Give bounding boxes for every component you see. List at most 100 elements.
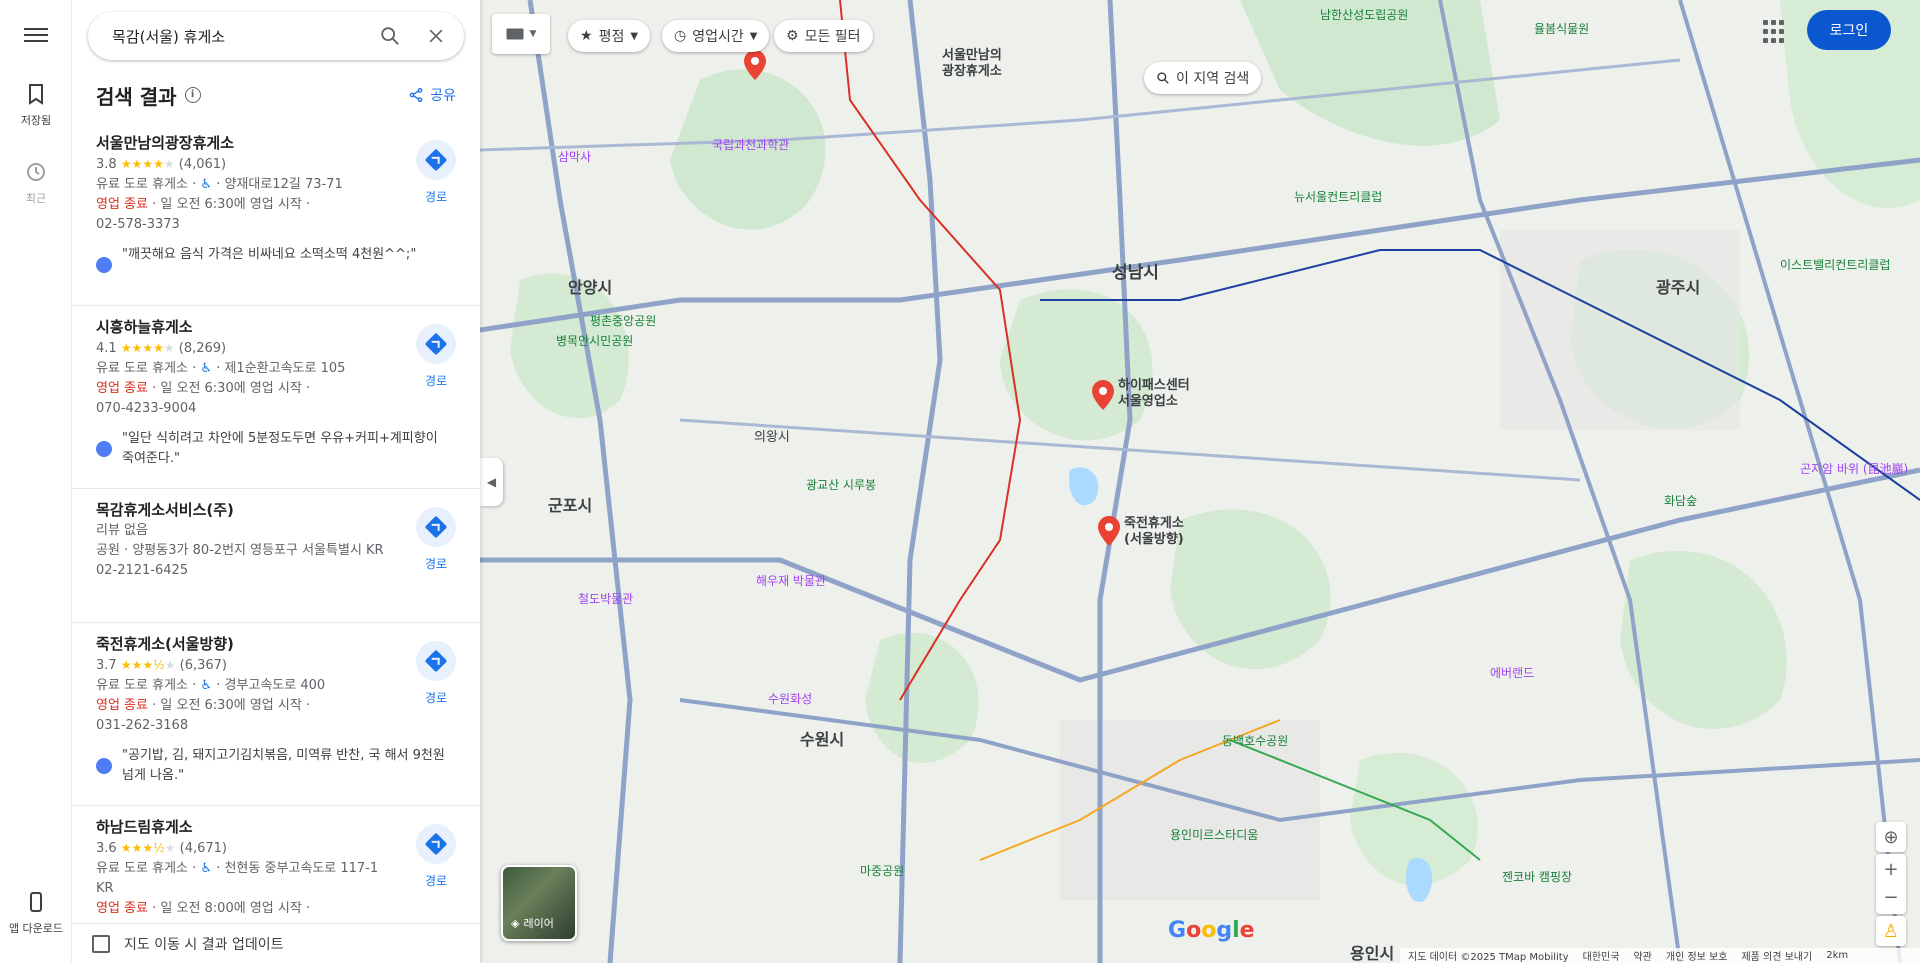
place-label[interactable]: 광교산 시루봉 <box>806 476 876 493</box>
search-input[interactable]: 목감(서울) 휴게소 <box>112 26 360 47</box>
keyboard-shortcuts-button[interactable]: ▼ <box>492 14 550 54</box>
apps-grid-icon[interactable] <box>1763 20 1787 44</box>
category-row: 유료 도로 휴게소 · ♿ · 제1순환고속도로 105 <box>96 361 346 376</box>
status-text: 영업 종료 <box>96 197 148 212</box>
place-label[interactable]: 철도박물관 <box>578 590 633 607</box>
list-item[interactable]: 목감휴게소서비스(주) 리뷰 없음 공원 · 양평동3가 80-2번지 영등포구… <box>72 489 480 623</box>
feedback-link[interactable]: 제품 의견 보내기 <box>1741 948 1812 963</box>
place-label[interactable]: 용인미르스타디움 <box>1170 826 1258 843</box>
place-name[interactable]: 죽전휴게소(서울방향) <box>96 633 456 655</box>
place-label[interactable]: 뉴서울컨트리클럽 <box>1294 188 1382 205</box>
phone: 02-2121-6425 <box>96 563 189 578</box>
map-marker[interactable] <box>1092 380 1114 414</box>
privacy-link[interactable]: 개인 정보 보호 <box>1666 948 1728 963</box>
info-icon[interactable]: i <box>184 87 201 103</box>
scale-label[interactable]: 2km <box>1826 950 1848 961</box>
place-label[interactable]: 화담숲 <box>1664 492 1697 509</box>
place-name[interactable]: 목감휴게소서비스(주) <box>96 499 456 521</box>
all-filters-chip[interactable]: ⚙ 모든 필터 <box>774 20 873 52</box>
search-icon[interactable] <box>374 20 406 52</box>
layer-label: 레이어 <box>523 917 554 930</box>
place-label[interactable]: 국립과천과학관 <box>712 136 789 153</box>
route-button[interactable]: 경로 <box>416 641 456 706</box>
search-box[interactable]: 목감(서울) 휴게소 <box>88 12 464 60</box>
directions-icon <box>416 140 456 180</box>
review-text: "공기밥, 김, 돼지고기김치볶음, 미역류 반찬, 국 해서 9천원 넘게 나… <box>122 748 445 783</box>
place-label[interactable]: 곤지암 바위 (昆池巖) <box>1800 460 1908 477</box>
place-name[interactable]: 서울만남의광장휴게소 <box>96 132 456 154</box>
place-label[interactable]: 해우재 박물관 <box>756 572 826 589</box>
avatar <box>96 257 112 273</box>
place-name[interactable]: 하남드림휴게소 <box>96 816 456 838</box>
layer-toggle[interactable]: ◈ 레이어 <box>501 865 577 941</box>
place-label[interactable]: 마중공원 <box>860 862 904 879</box>
place-label[interactable]: 삼막사 <box>558 148 591 165</box>
recent-button[interactable]: 최근 <box>0 160 72 206</box>
map-marker[interactable] <box>1098 516 1120 550</box>
history-icon <box>27 163 45 181</box>
login-button[interactable]: 로그인 <box>1807 10 1891 50</box>
map-canvas[interactable]: ▼ ★ 평점 ▼ ◷ 영업시간 ▼ ⚙ 모든 필터 이 지역 검색 로그인 성남… <box>480 0 1920 963</box>
place-label[interactable]: 율봄식물원 <box>1534 20 1589 37</box>
share-button[interactable]: 공유 <box>408 85 456 105</box>
city-label: 성남시 <box>1112 263 1159 283</box>
rating-row: 3.6 ★★★½★ (4,671) <box>96 838 456 859</box>
place-label[interactable]: 평촌중앙공원 <box>590 312 656 329</box>
street-view-pegman[interactable]: ♙ <box>1876 916 1906 946</box>
close-icon[interactable] <box>420 20 452 52</box>
list-item[interactable]: 죽전휴게소(서울방향) 3.7 ★★★½★ (6,367) 유료 도로 휴게소 … <box>72 623 480 806</box>
country-link[interactable]: 대한민국 <box>1583 948 1620 963</box>
zoom-out-icon[interactable]: − <box>1883 884 1898 912</box>
update-on-move[interactable]: 지도 이동 시 결과 업데이트 <box>72 923 480 963</box>
avatar <box>96 441 112 457</box>
results-list: 서울만남의광장휴게소 3.8 ★★★★★ (4,061) 유료 도로 휴게소 ·… <box>72 122 480 922</box>
place-label[interactable]: 동백호수공원 <box>1222 732 1288 749</box>
place-label[interactable]: 남한산성도립공원 <box>1320 6 1408 23</box>
saved-button[interactable]: 저장됨 <box>0 82 72 128</box>
list-item[interactable]: 시흥하늘휴게소 4.1 ★★★★★ (8,269) 유료 도로 휴게소 · ♿ … <box>72 306 480 489</box>
list-item[interactable]: 서울만남의광장휴게소 3.8 ★★★★★ (4,061) 유료 도로 휴게소 ·… <box>72 122 480 306</box>
place-label[interactable]: 수원화성 <box>768 690 812 707</box>
chevron-down-icon: ▼ <box>749 30 758 42</box>
chevron-left-icon: ◀ <box>486 475 497 489</box>
city-label: 용인시 <box>1350 944 1395 963</box>
address: 제1순환고속도로 105 <box>224 361 346 376</box>
my-location-button[interactable]: ⊕ <box>1876 822 1906 852</box>
layers-icon: ◈ <box>511 916 520 930</box>
route-button[interactable]: 경로 <box>416 507 456 572</box>
route-button[interactable]: 경로 <box>416 324 456 389</box>
map-marker[interactable] <box>744 50 766 84</box>
rating-row: 3.8 ★★★★★ (4,061) <box>96 154 456 175</box>
update-checkbox[interactable] <box>92 934 110 953</box>
route-button[interactable]: 경로 <box>416 140 456 205</box>
zoom-in-icon[interactable]: + <box>1883 856 1898 884</box>
marker-label[interactable]: 죽전휴게소 (서울방향) <box>1124 516 1184 548</box>
avatar <box>96 758 112 774</box>
place-label[interactable]: 에버랜드 <box>1490 664 1534 681</box>
place-label[interactable]: 이스트밸리컨트리클럽 <box>1780 256 1890 273</box>
search-this-area-button[interactable]: 이 지역 검색 <box>1144 62 1262 94</box>
place-label[interactable]: 병목안시민공원 <box>556 332 633 349</box>
menu-icon[interactable] <box>20 24 52 48</box>
category: 공원 <box>96 543 120 558</box>
review-snippet: "공기밥, 김, 돼지고기김치볶음, 미역류 반찬, 국 해서 9천원 넘게 나… <box>96 746 456 800</box>
review-count: (6,367) <box>179 658 228 673</box>
rating-filter-chip[interactable]: ★ 평점 ▼ <box>568 20 651 52</box>
map-data-credit[interactable]: 지도 데이터 ©2025 TMap Mobility <box>1408 948 1569 963</box>
marker-label[interactable]: 서울만남의 광장휴게소 <box>942 48 1002 80</box>
marker-label[interactable]: 하이패스센터 서울영업소 <box>1118 378 1190 410</box>
pin-icon <box>1092 380 1114 410</box>
place-name[interactable]: 시흥하늘휴게소 <box>96 316 456 338</box>
phone: 031-262-3168 <box>96 718 189 733</box>
list-item[interactable]: 하남드림휴게소 3.6 ★★★½★ (4,671) 유료 도로 휴게소 · ♿ … <box>72 806 480 922</box>
terms-link[interactable]: 약관 <box>1633 948 1651 963</box>
hours-filter-chip[interactable]: ◷ 영업시간 ▼ <box>662 20 770 52</box>
place-label[interactable]: 젠코바 캠핑장 <box>1502 868 1572 885</box>
keyboard-icon <box>506 28 524 40</box>
hours-row: 영업 종료 · 일 오전 6:30에 영업 시작 · <box>96 197 311 212</box>
collapse-panel-button[interactable]: ◀ <box>480 458 503 506</box>
route-button[interactable]: 경로 <box>416 824 456 889</box>
app-download-button[interactable]: 앱 다운로드 <box>0 890 72 936</box>
review-count: (8,269) <box>178 341 227 356</box>
wheelchair-icon: ♿ <box>200 861 213 876</box>
